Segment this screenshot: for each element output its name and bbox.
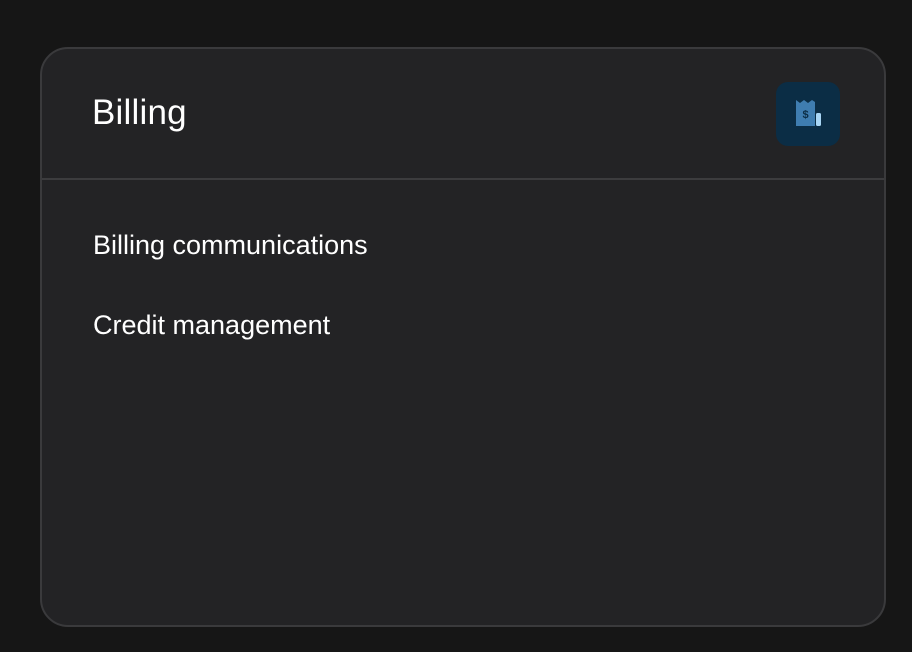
card-header: Billing $ — [42, 49, 884, 180]
card-title: Billing — [92, 93, 187, 132]
billing-icon-tile: $ — [776, 82, 840, 146]
svg-text:$: $ — [802, 109, 808, 121]
credit-management-link[interactable]: Credit management — [93, 309, 330, 341]
billing-communications-link[interactable]: Billing communications — [93, 229, 368, 261]
billing-card: Billing $ Billing communications Credit … — [40, 47, 886, 627]
receipt-dollar-icon: $ — [796, 100, 821, 126]
